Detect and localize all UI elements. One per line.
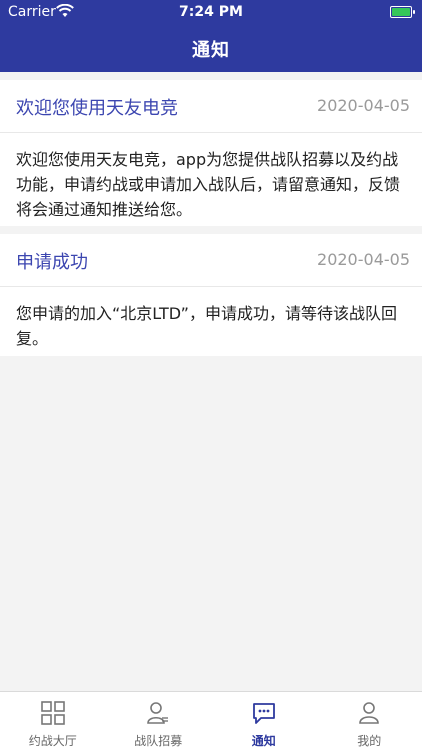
tab-battle-hall[interactable]: 约战大厅 bbox=[0, 692, 106, 750]
notification-body: 欢迎您使用天友电竞，app为您提供战队招募以及约战功能，申请约战或申请加入战队后… bbox=[16, 150, 401, 219]
page-title: 通知 bbox=[192, 40, 230, 61]
notification-date: 2020-04-05 bbox=[317, 250, 410, 269]
notification-header: 欢迎您使用天友电竞 2020-04-05 bbox=[0, 80, 422, 133]
notification-date: 2020-04-05 bbox=[317, 96, 410, 115]
notification-title: 欢迎您使用天友电竞 bbox=[16, 98, 178, 119]
status-bar: Carrier 7:24 PM bbox=[0, 0, 422, 24]
navigation-bar: Carrier 7:24 PM 通知 bbox=[0, 0, 422, 72]
notification-card[interactable]: 申请成功 2020-04-05 您申请的加入“北京LTD”，申请成功，请等待该战… bbox=[0, 234, 422, 356]
tab-label: 战队招募 bbox=[134, 734, 183, 748]
tab-label: 我的 bbox=[357, 734, 382, 748]
grid-icon bbox=[40, 701, 65, 725]
team-icon bbox=[147, 702, 169, 724]
notification-title: 申请成功 bbox=[16, 252, 88, 273]
tab-label: 约战大厅 bbox=[28, 734, 77, 748]
notification-card[interactable]: 欢迎您使用天友电竞 2020-04-05 欢迎您使用天友电竞，app为您提供战队… bbox=[0, 80, 422, 226]
notification-body: 您申请的加入“北京LTD”，申请成功，请等待该战队回复。 bbox=[16, 304, 397, 348]
person-icon bbox=[359, 702, 380, 724]
tab-notifications[interactable]: 通知 bbox=[211, 692, 317, 750]
notification-header: 申请成功 2020-04-05 bbox=[0, 234, 422, 287]
tab-label: 通知 bbox=[251, 734, 276, 748]
status-time: 7:24 PM bbox=[179, 4, 243, 20]
message-icon bbox=[252, 703, 275, 724]
tab-bar: 约战大厅 战队招募 通知 我的 bbox=[0, 691, 422, 750]
battery-icon bbox=[390, 6, 415, 18]
tab-profile[interactable]: 我的 bbox=[317, 692, 422, 750]
tab-team-recruit[interactable]: 战队招募 bbox=[106, 692, 212, 750]
